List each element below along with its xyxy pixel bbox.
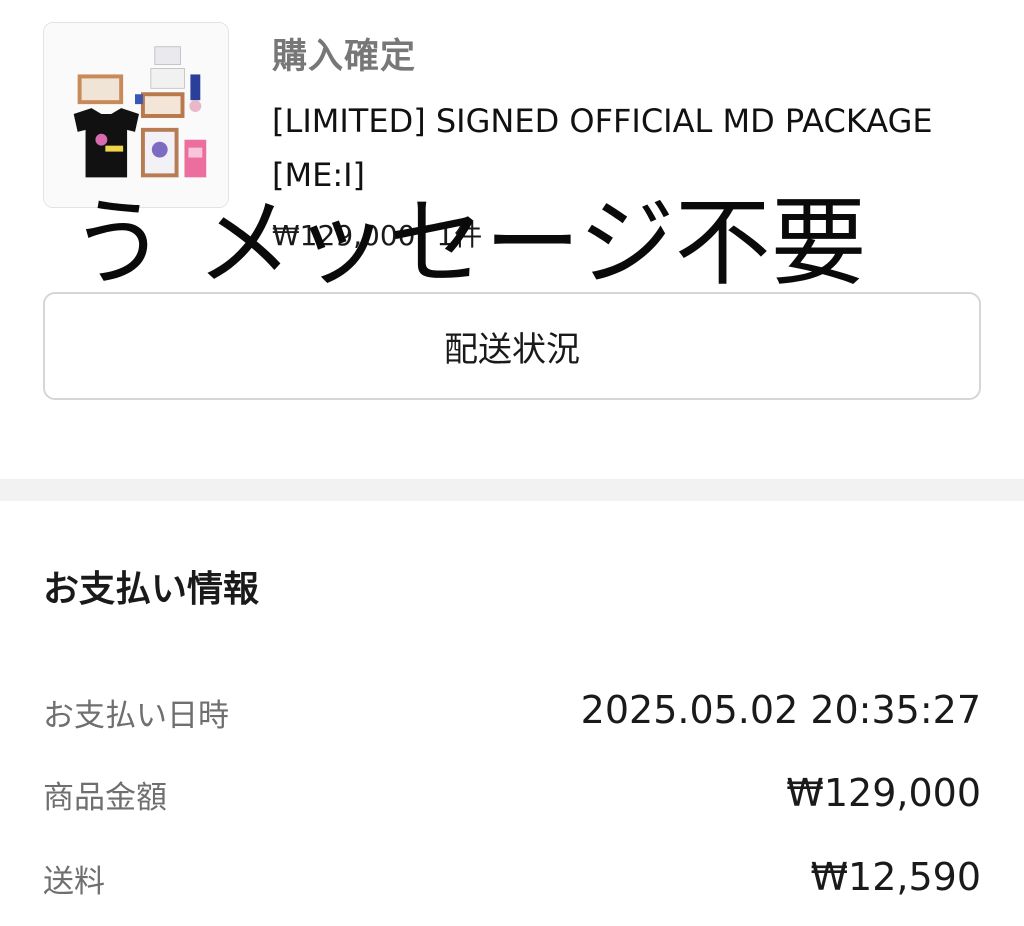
payment-info-title: お支払い情報: [43, 569, 260, 610]
shipping-fee-value: ₩12,590: [810, 855, 981, 899]
payment-date-label: お支払い日時: [43, 698, 229, 734]
product-title-line2: [ME:I]: [272, 156, 366, 194]
product-quantity: 1件: [436, 219, 483, 252]
product-amount-value: ₩129,000: [786, 771, 981, 815]
order-status: 購入確定: [272, 37, 417, 77]
shipping-fee-label: 送料: [43, 864, 105, 900]
price-quantity: ₩129,000 1件: [272, 214, 494, 254]
product-title-line1: [LIMITED] SIGNED OFFICIAL MD PACKAGE: [272, 102, 933, 140]
product-thumbnail[interactable]: [43, 22, 229, 208]
order-detail-page: 購入確定 [LIMITED] SIGNED OFFICIAL MD PACKAG…: [0, 0, 1024, 926]
product-amount-label: 商品金額: [43, 780, 167, 816]
section-divider: [0, 479, 1024, 501]
product-title[interactable]: [LIMITED] SIGNED OFFICIAL MD PACKAGE [ME…: [272, 94, 1002, 202]
product-image: [44, 23, 228, 207]
payment-date-value: 2025.05.02 20:35:27: [580, 688, 981, 732]
product-price: ₩129,000: [272, 219, 416, 252]
shipping-status-button[interactable]: 配送状況: [43, 292, 981, 400]
